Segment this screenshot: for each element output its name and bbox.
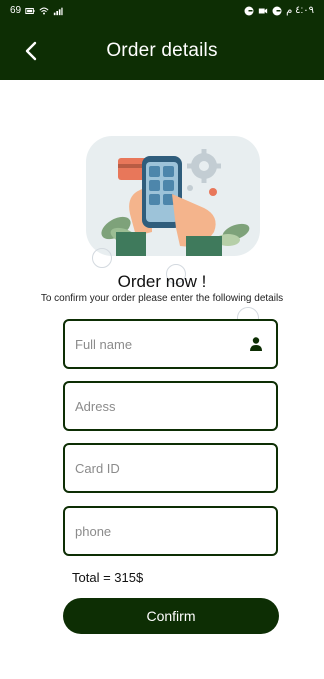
- app-bar: Order details: [0, 22, 324, 80]
- full-name-input[interactable]: [65, 321, 235, 367]
- phone-field-container: [63, 506, 278, 556]
- decor-circle: [92, 248, 112, 268]
- order-subheading: To confirm your order please enter the f…: [40, 293, 284, 304]
- address-field-container: [63, 381, 278, 431]
- battery-icon: [25, 7, 35, 14]
- person-icon: [250, 337, 262, 351]
- confirm-button[interactable]: Confirm: [63, 598, 279, 634]
- order-total: Total = 315$: [72, 570, 144, 585]
- circle-g-icon: [244, 6, 254, 15]
- full-name-field-container: [63, 319, 278, 369]
- address-input[interactable]: [65, 383, 235, 429]
- status-bar: 69 ٤:٠٩ م: [0, 0, 324, 22]
- wifi-icon: [39, 7, 49, 15]
- phone-shopping-illustration: [86, 136, 260, 256]
- signal-icon: [53, 7, 63, 15]
- card-id-input[interactable]: [65, 445, 235, 491]
- video-icon: [258, 8, 268, 13]
- status-bar-time: ٤:٠٩ م: [286, 5, 314, 16]
- circle-g-icon-2: [272, 6, 282, 15]
- order-heading: Order now !: [117, 272, 207, 291]
- status-bar-right: ٤:٠٩ م: [244, 5, 314, 16]
- phone-input[interactable]: [65, 508, 235, 554]
- status-bar-left: 69: [10, 5, 63, 16]
- card-id-field-container: [63, 443, 278, 493]
- status-bar-left-text: 69: [10, 5, 22, 16]
- page-title: Order details: [106, 40, 218, 61]
